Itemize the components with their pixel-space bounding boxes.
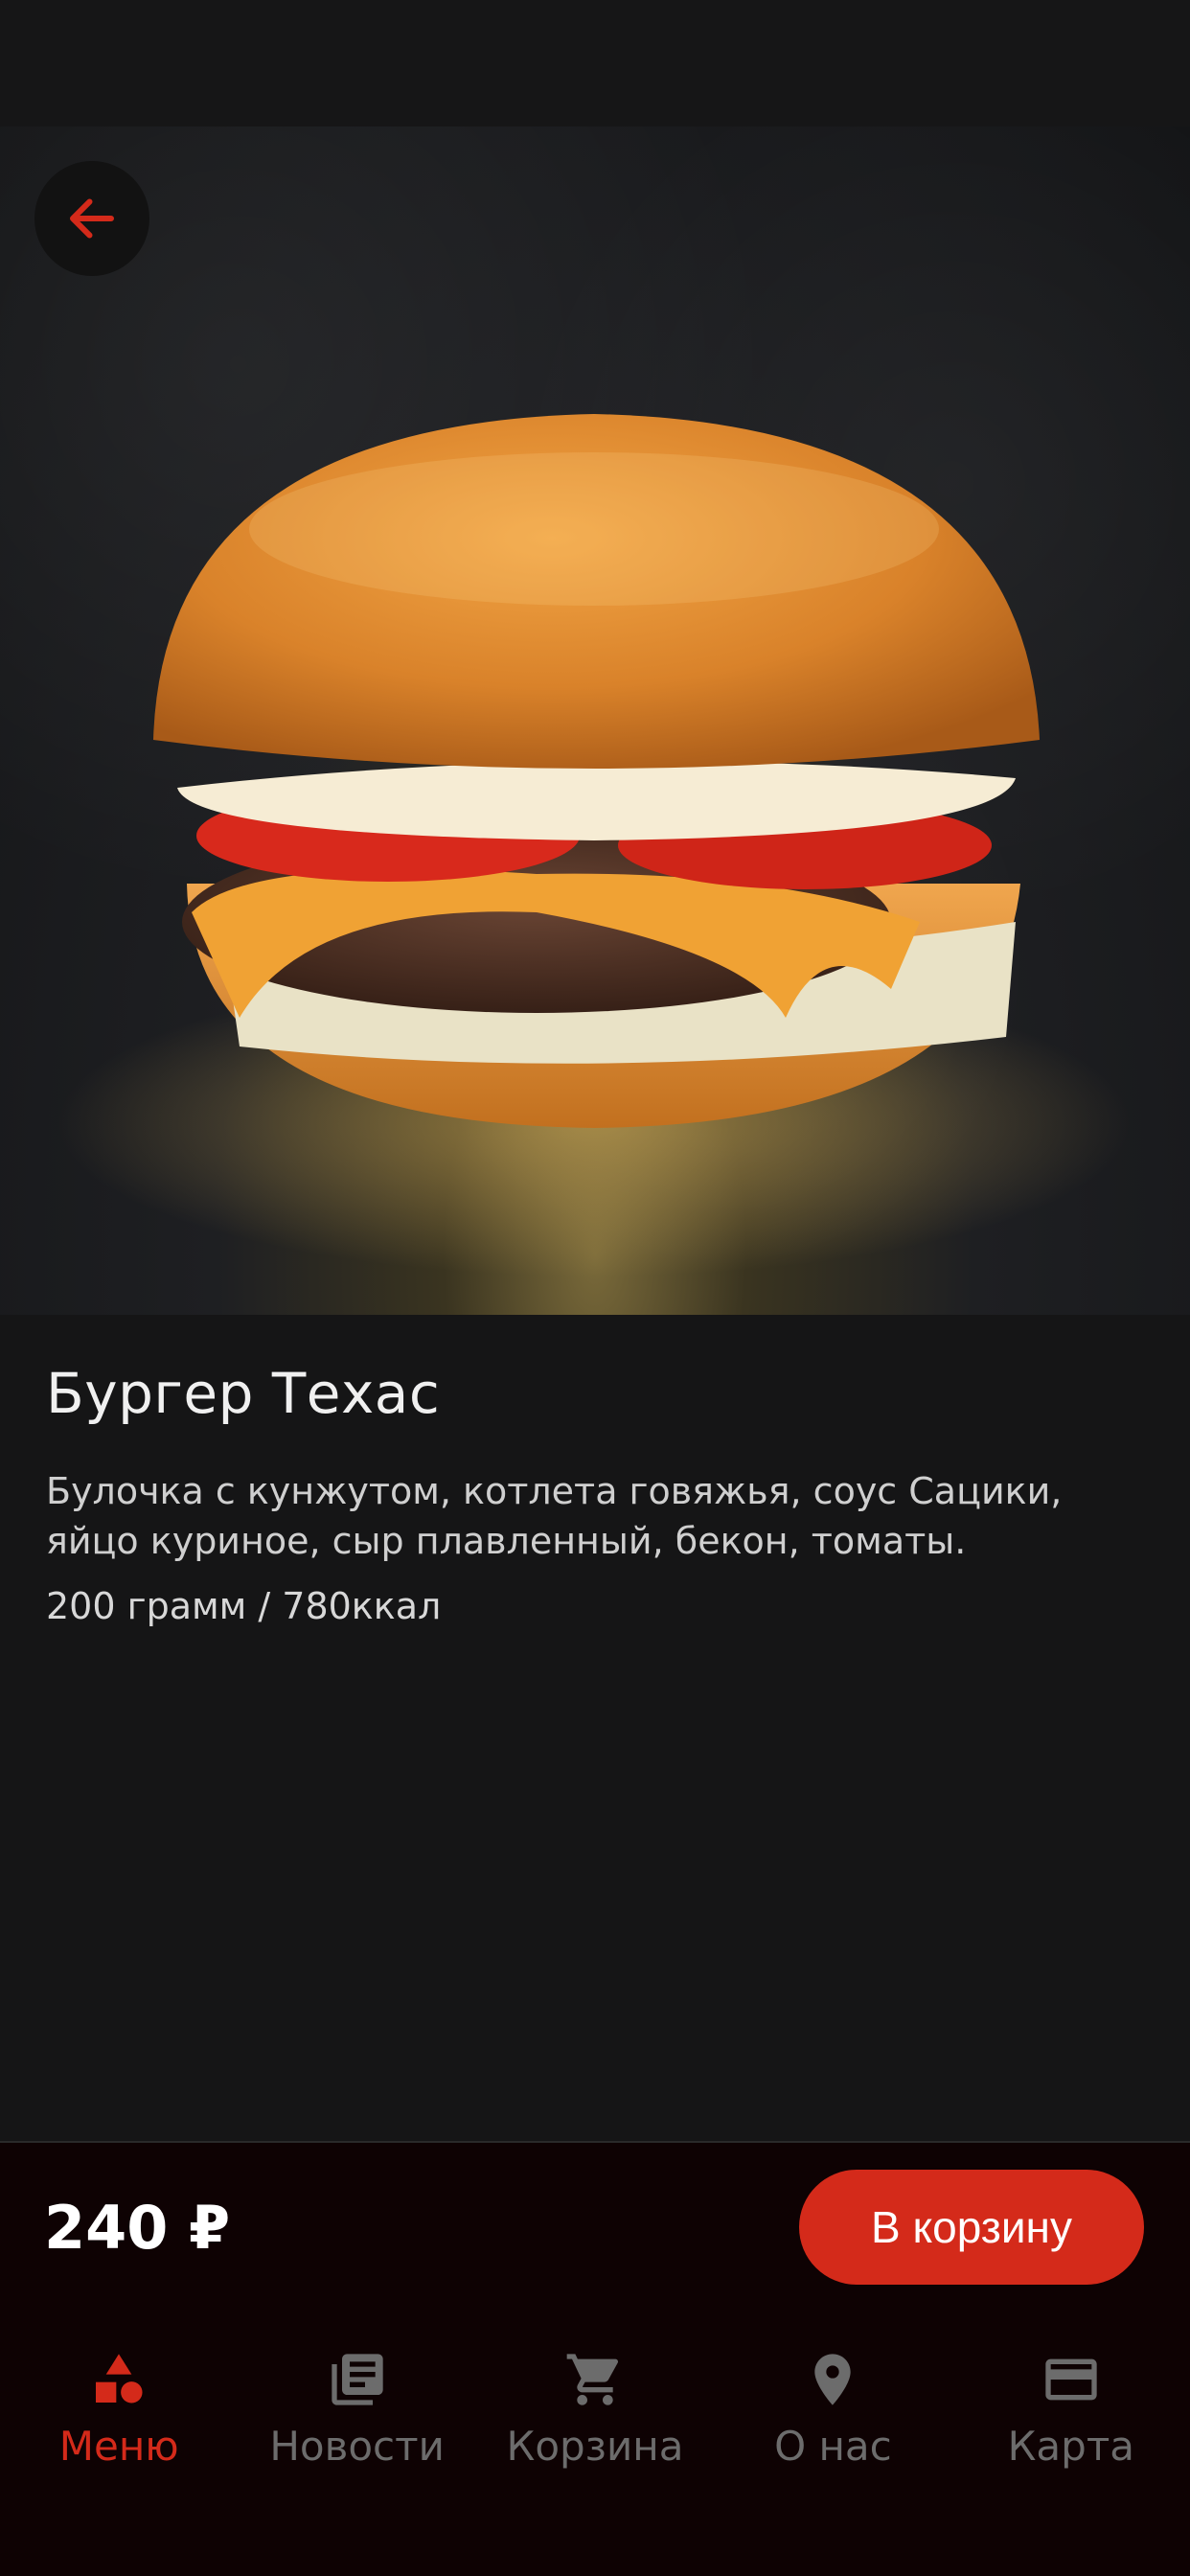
arrow-left-icon — [70, 198, 114, 239]
tab-label: Новости — [269, 2423, 445, 2470]
location-pin-icon — [814, 2354, 852, 2405]
product-description: Булочка с кунжутом, котлета говяжья, соу… — [46, 1470, 1063, 1562]
product-price: 240 ₽ — [44, 2193, 231, 2263]
back-button[interactable] — [34, 161, 149, 276]
tab-news[interactable]: Новости — [238, 2325, 475, 2497]
tab-label: О нас — [774, 2423, 892, 2470]
product-title: Бургер Техас — [46, 1361, 441, 1426]
menu-shapes-icon — [96, 2354, 143, 2404]
tab-label: Корзина — [506, 2423, 684, 2470]
cart-icon — [566, 2354, 619, 2405]
tab-card[interactable]: Карта — [952, 2325, 1190, 2497]
tab-about[interactable]: О нас — [714, 2325, 951, 2497]
add-to-cart-button[interactable]: В корзину — [799, 2170, 1144, 2285]
tab-menu[interactable]: Меню — [0, 2325, 238, 2497]
tab-bar: Меню Новости Корзина О нас Карта — [0, 2325, 1190, 2497]
status-bar — [0, 0, 1190, 126]
burger-image — [57, 414, 1131, 1276]
tab-label: Меню — [58, 2423, 179, 2470]
product-info: Бургер Техас Булочка с кунжутом, котлета… — [46, 1361, 1148, 1627]
product-weight-calories: 200 грамм / 780ккал — [46, 1585, 442, 1627]
bottom-panel: 240 ₽ В корзину Меню Новости Корзина О н… — [0, 2141, 1190, 2576]
tab-cart[interactable]: Корзина — [476, 2325, 714, 2497]
tab-label: Карта — [1007, 2423, 1135, 2470]
product-image — [0, 126, 1190, 1315]
card-icon — [1045, 2358, 1097, 2401]
news-icon — [331, 2354, 383, 2405]
